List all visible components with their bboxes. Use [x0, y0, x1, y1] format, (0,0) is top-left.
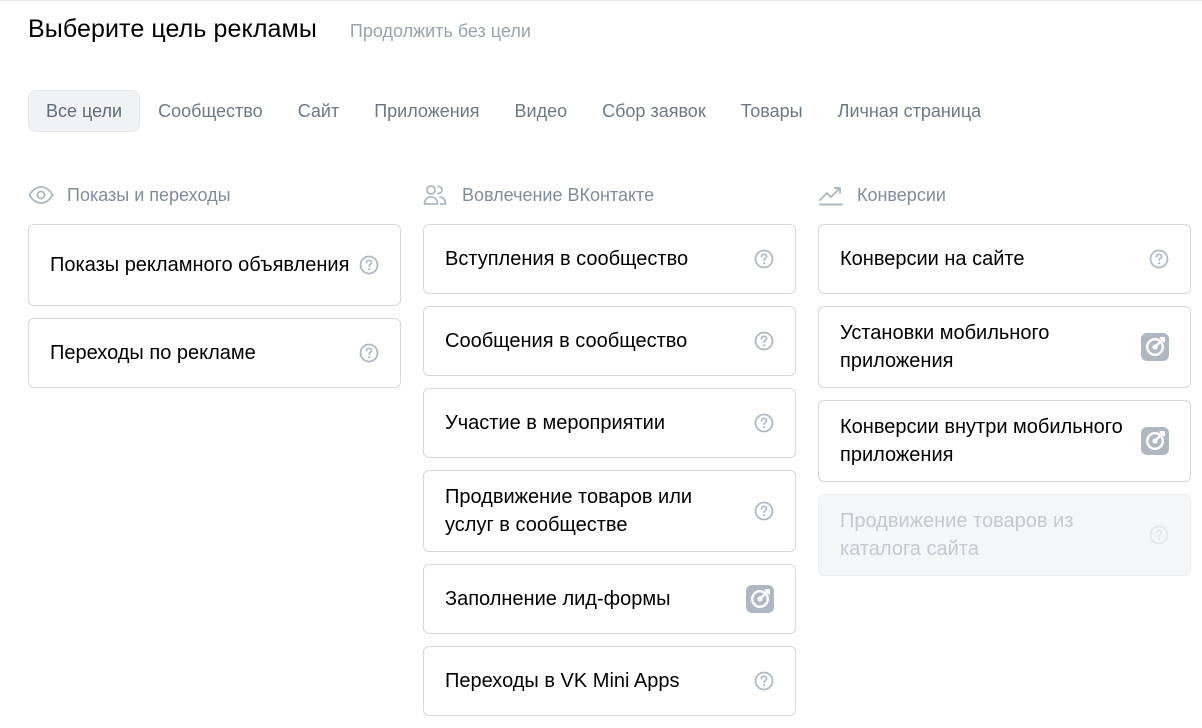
goal-card-label: Конверсии на сайте: [840, 248, 1025, 270]
question-circle-icon[interactable]: [754, 331, 774, 351]
target-badge-icon[interactable]: [1141, 333, 1169, 361]
column-engagement: Вовлечение ВКонтакте Вступления в сообще…: [423, 181, 796, 728]
goal-card-vk-mini-apps[interactable]: Переходы в VK Mini Apps: [423, 646, 796, 716]
goal-card-community-messages[interactable]: Сообщения в сообщество: [423, 306, 796, 376]
question-circle-icon[interactable]: [754, 501, 774, 521]
question-circle-icon[interactable]: [754, 249, 774, 269]
tab-lead-collection[interactable]: Сбор заявок: [585, 90, 723, 132]
question-circle-icon[interactable]: [754, 671, 774, 691]
goal-card-event-participation[interactable]: Участие в мероприятии: [423, 388, 796, 458]
target-badge-icon[interactable]: [1141, 427, 1169, 455]
column-conversions: Конверсии Конверсии на сайте Установки м…: [818, 181, 1191, 588]
tab-video[interactable]: Видео: [498, 90, 585, 132]
question-circle-icon[interactable]: [359, 255, 379, 275]
goal-card-community-joins[interactable]: Вступления в сообщество: [423, 224, 796, 294]
tab-site[interactable]: Сайт: [281, 90, 357, 132]
column-header: Конверсии: [818, 181, 1191, 209]
goal-card-catalog-products: Продвижение товаров из каталога сайта: [818, 494, 1191, 576]
goal-card-label: Участие в мероприятии: [445, 412, 666, 434]
question-circle-icon[interactable]: [754, 413, 774, 433]
goal-card-label: Продвижение товаров или услуг в сообщест…: [445, 486, 693, 536]
goal-card-community-products[interactable]: Продвижение товаров или услуг в сообщест…: [423, 470, 796, 552]
goal-card-app-installs[interactable]: Установки мобильного приложения: [818, 306, 1191, 388]
continue-without-goal-link[interactable]: Продолжить без цели: [350, 21, 531, 42]
goal-card-label: Установки мобильного приложения: [840, 322, 1050, 372]
column-impressions: Показы и переходы Показы рекламного объя…: [28, 181, 401, 400]
eye-icon: [28, 184, 54, 206]
goal-card-in-app-conversions[interactable]: Конверсии внутри мобильного приложения: [818, 400, 1191, 482]
tab-products[interactable]: Товары: [724, 90, 820, 132]
page-title: Выберите цель рекламы: [28, 15, 317, 43]
goal-card-label: Переходы в VK Mini Apps: [445, 670, 680, 692]
goal-card-lead-form[interactable]: Заполнение лид-формы: [423, 564, 796, 634]
column-header: Показы и переходы: [28, 181, 401, 209]
column-title: Вовлечение ВКонтакте: [462, 184, 655, 205]
question-circle-icon[interactable]: [1149, 249, 1169, 269]
column-title: Конверсии: [857, 184, 946, 205]
trend-up-icon: [818, 184, 844, 206]
goal-card-label: Показы рекламного объявления: [50, 254, 350, 276]
column-title: Показы и переходы: [67, 184, 231, 205]
goal-card-ad-impressions[interactable]: Показы рекламного объявления: [28, 224, 401, 306]
goal-card-label: Заполнение лид-формы: [445, 588, 671, 610]
tab-apps[interactable]: Приложения: [357, 90, 496, 132]
goal-tabs: Все цели Сообщество Сайт Приложения Виде…: [28, 90, 999, 132]
goal-card-ad-clicks[interactable]: Переходы по рекламе: [28, 318, 401, 388]
goal-card-label: Продвижение товаров из каталога сайта: [840, 510, 1074, 560]
tab-personal-page[interactable]: Личная страница: [821, 90, 999, 132]
question-circle-icon: [1149, 525, 1169, 545]
tab-community[interactable]: Сообщество: [141, 90, 280, 132]
tab-all-goals[interactable]: Все цели: [28, 90, 141, 132]
goal-card-label: Вступления в сообщество: [445, 248, 689, 270]
goal-card-label: Переходы по рекламе: [50, 342, 256, 364]
goal-card-site-conversions[interactable]: Конверсии на сайте: [818, 224, 1191, 294]
header: Выберите цель рекламы Продолжить без цел…: [28, 15, 531, 44]
column-header: Вовлечение ВКонтакте: [423, 181, 796, 209]
question-circle-icon[interactable]: [359, 343, 379, 363]
target-badge-icon[interactable]: [746, 585, 774, 613]
goal-card-label: Сообщения в сообщество: [445, 330, 688, 352]
users-icon: [423, 184, 449, 206]
goal-card-label: Конверсии внутри мобильного приложения: [840, 416, 1123, 466]
